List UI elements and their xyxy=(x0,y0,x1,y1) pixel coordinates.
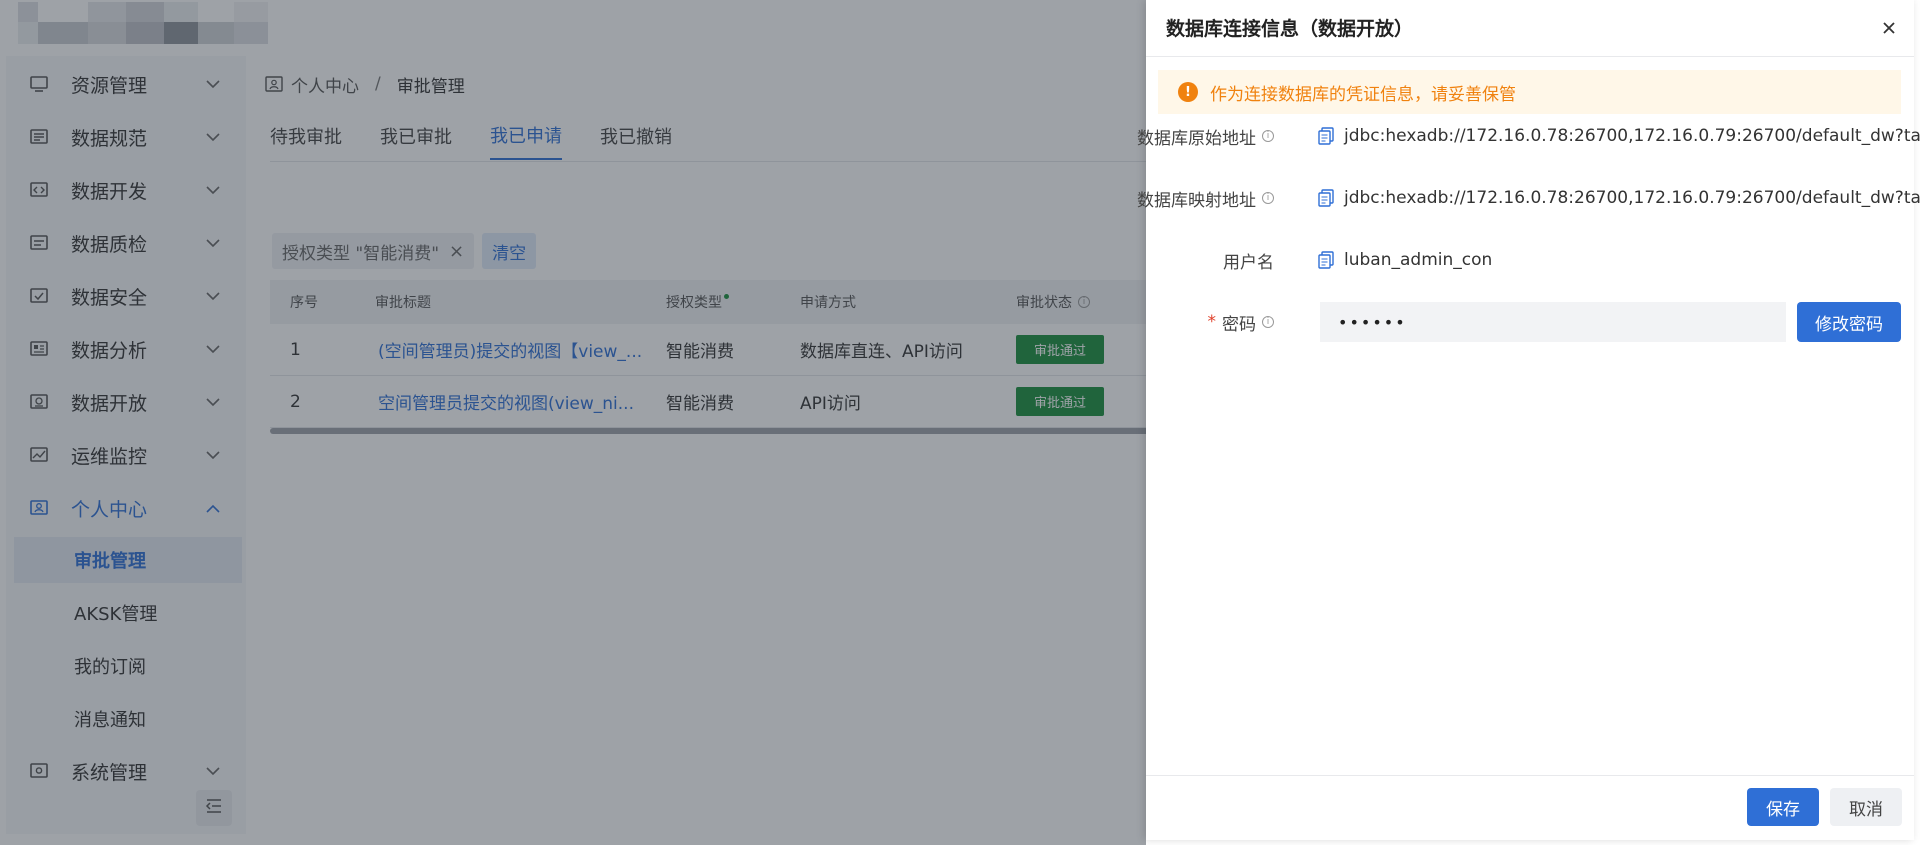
password-input[interactable]: •••••• xyxy=(1320,302,1786,342)
close-icon xyxy=(1882,20,1896,39)
field-label: 数据库映射地址 i xyxy=(1137,178,1274,218)
field-label: * 密码 i xyxy=(1207,302,1274,342)
save-button[interactable]: 保存 xyxy=(1747,788,1819,826)
copy-icon[interactable] xyxy=(1318,189,1334,207)
db-connection-drawer: 数据库连接信息（数据开放） ! 作为连接数据库的凭证信息，请妥善保管 数据库原始… xyxy=(1137,0,1920,840)
overlay-mask[interactable] xyxy=(0,0,1146,845)
drawer-title: 数据库连接信息（数据开放） xyxy=(1166,18,1414,40)
copy-icon[interactable] xyxy=(1318,127,1334,145)
change-password-button[interactable]: 修改密码 xyxy=(1797,302,1901,342)
field-password: * 密码 i •••••• 修改密码 xyxy=(1146,302,1914,342)
close-button[interactable] xyxy=(1876,16,1902,42)
mapped-address-value: jdbc:hexadb://172.16.0.78:26700,172.16.0… xyxy=(1344,188,1920,208)
warning-alert: ! 作为连接数据库的凭证信息，请妥善保管 xyxy=(1158,70,1901,114)
field-label: 用户名 xyxy=(1223,252,1274,273)
field-username: 用户名 luban_admin_con xyxy=(1146,240,1914,280)
cancel-button[interactable]: 取消 xyxy=(1830,788,1902,826)
origin-address-value: jdbc:hexadb://172.16.0.78:26700,172.16.0… xyxy=(1344,126,1920,146)
field-origin-address: 数据库原始地址 i jdbc:hexadb://172.16.0.78:26700… xyxy=(1137,116,1920,156)
field-value: luban_admin_con xyxy=(1318,240,1492,280)
field-value: jdbc:hexadb://172.16.0.78:26700,172.16.0… xyxy=(1318,116,1920,156)
username-value: luban_admin_con xyxy=(1344,250,1493,270)
required-mark: * xyxy=(1207,312,1217,332)
info-icon: i xyxy=(1262,316,1274,328)
alert-text: 作为连接数据库的凭证信息，请妥善保管 xyxy=(1210,84,1516,105)
field-value: jdbc:hexadb://172.16.0.78:26700,172.16.0… xyxy=(1318,178,1920,218)
info-icon: i xyxy=(1262,130,1274,142)
field-mapped-address: 数据库映射地址 i jdbc:hexadb://172.16.0.78:26700… xyxy=(1137,178,1920,218)
divider xyxy=(1146,56,1914,57)
divider xyxy=(1146,775,1914,776)
warning-icon: ! xyxy=(1178,82,1198,102)
copy-icon[interactable] xyxy=(1318,251,1334,269)
field-label: 数据库原始地址 i xyxy=(1137,116,1274,156)
info-icon: i xyxy=(1262,192,1274,204)
